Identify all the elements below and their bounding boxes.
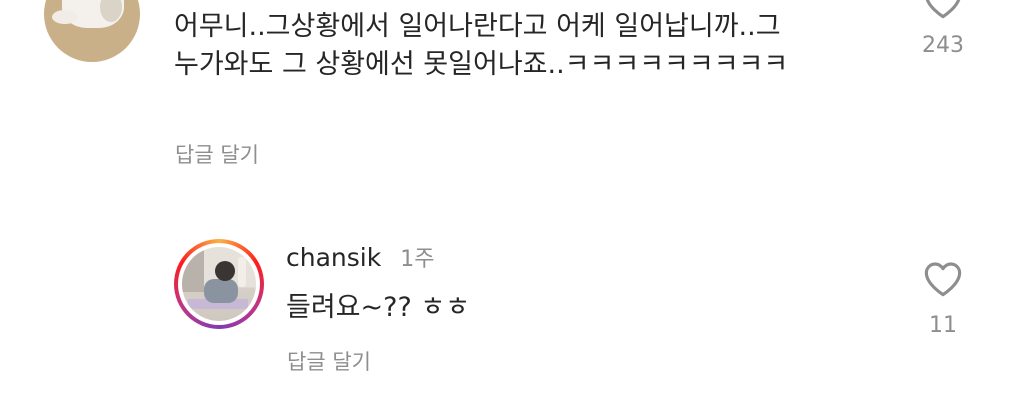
comment-text: 어무니..그상황에서 일어나란다고 어케 일어납니까..그 누가와도 그 상황에… <box>174 8 788 84</box>
comment-text-line-2: 누가와도 그 상황에선 못일어나죠..ㅋㅋㅋㅋㅋㅋㅋㅋㅋ <box>174 49 789 80</box>
reply-header: chansik 1주 <box>286 241 435 273</box>
timestamp: 1주 <box>400 247 435 272</box>
like-heart-icon[interactable] <box>922 0 964 20</box>
reply-button[interactable]: 답글 달기 <box>175 139 259 169</box>
reply-comment-text: 들려요~?? ㅎㅎ <box>286 292 471 323</box>
like-count: 243 <box>922 33 964 58</box>
commenter-avatar[interactable] <box>44 0 140 62</box>
comment-text-line-1: 어무니..그상황에서 일어나란다고 어케 일어납니까..그 <box>174 11 781 42</box>
like-count-2: 11 <box>929 313 957 338</box>
reply-button-2[interactable]: 답글 달기 <box>287 346 371 376</box>
like-heart-icon-2[interactable] <box>922 258 964 298</box>
username[interactable]: chansik <box>286 243 381 272</box>
reply-avatar[interactable] <box>174 239 264 329</box>
